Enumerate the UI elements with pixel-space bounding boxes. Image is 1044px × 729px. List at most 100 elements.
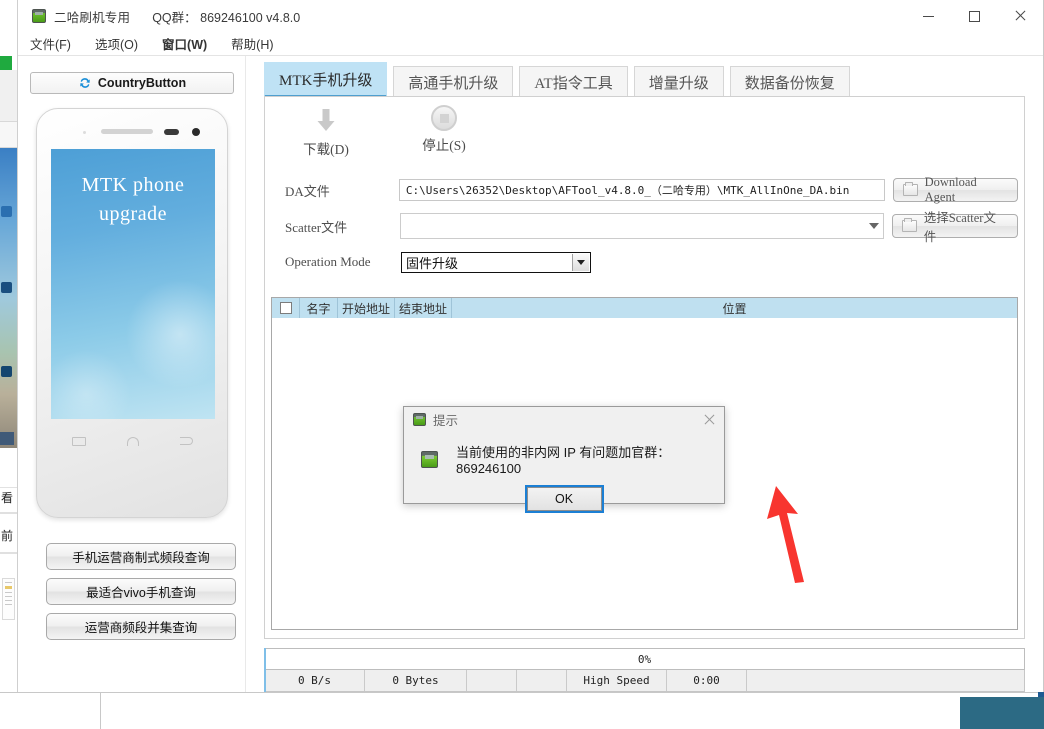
dialog-ok-button[interactable]: OK (524, 485, 604, 513)
android-phone-icon (413, 413, 426, 426)
menu-item-file[interactable]: 文件(F) (30, 34, 71, 53)
back-icon (179, 437, 193, 445)
sidebar-button-vivo-lookup[interactable]: 最适合vivo手机查询 (46, 578, 236, 605)
background-window-strip[interactable]: 看 前 (0, 0, 18, 729)
background-icon-d (0, 432, 14, 445)
scatter-file-combo[interactable] (400, 213, 884, 239)
window-title: 二哈刷机专用 (54, 10, 131, 25)
application-window: 二哈刷机专用 QQ群： 869246100 v4.8.0 文件(F) 选项(O)… (18, 0, 1044, 692)
chevron-down-icon (577, 259, 585, 265)
table-header-row: 名字 开始地址 结束地址 位置 (272, 298, 1017, 318)
phone-screen-line2: upgrade (99, 203, 167, 225)
select-scatter-file-button[interactable]: 选择Scatter文件 (891, 211, 1018, 244)
dialog-android-icon (421, 450, 438, 468)
background-panel-b (0, 122, 17, 148)
android-phone-icon (32, 9, 46, 23)
download-agent-button[interactable]: Download Agent (892, 175, 1018, 204)
da-file-input[interactable]: C:\Users\26352\Desktop\AFTool_v4.8.0_（二哈… (398, 179, 885, 201)
status-cell-3 (467, 670, 517, 691)
sidebar-button-band-union[interactable]: 运营商频段并集查询 (46, 613, 236, 640)
phone-camera-icon (164, 129, 179, 135)
da-file-row: DA文件 C:\Users\26352\Desktop\AFTool_v4.8.… (271, 175, 1018, 205)
phone-sensor-dot (83, 131, 86, 134)
dialog-message: 当前使用的非内网 IP 有问题加官群：869246100 (456, 445, 671, 476)
stop-button-label: 停止(S) (422, 138, 466, 153)
menu-item-help[interactable]: 帮助(H) (231, 34, 273, 53)
phone-preview: MTK phone upgrade (36, 108, 228, 518)
country-button-label: CountryButton (97, 76, 187, 90)
status-cell-7 (747, 670, 1024, 691)
tab-bar: MTK手机升级 高通手机升级 AT指令工具 增量升级 数据备份恢复 (264, 62, 856, 98)
tab-data-backup-restore[interactable]: 数据备份恢复 (729, 66, 850, 98)
menu-bar: 文件(F) 选项(O) 窗口(W) 帮助(H) (18, 32, 1043, 56)
status-bar: 0 B/s 0 Bytes High Speed 0:00 (264, 670, 1025, 692)
title-bar: 二哈刷机专用 QQ群： 869246100 v4.8.0 (18, 0, 1043, 32)
maximize-button[interactable] (951, 0, 997, 32)
stop-circle-icon (431, 105, 457, 131)
background-icon-b (1, 282, 12, 293)
scatter-file-label: Scatter文件 (285, 219, 348, 235)
minimize-button[interactable] (905, 0, 951, 32)
da-file-label: DA文件 (285, 183, 330, 199)
phone-nav-bar (51, 427, 213, 455)
progress-bar: 0% (264, 648, 1025, 692)
home-icon (126, 436, 139, 446)
table-select-all-header[interactable] (272, 298, 300, 318)
status-area: 0% 0 B/s 0 Bytes High Speed 0:00 (264, 648, 1025, 692)
operation-mode-value: 固件升级 (406, 255, 459, 271)
operation-mode-select[interactable]: 固件升级 (401, 251, 591, 273)
chevron-down-icon (868, 223, 879, 229)
status-cell-4 (517, 670, 567, 691)
background-panel-a (0, 70, 17, 122)
operation-mode-dropdown-button[interactable] (572, 253, 589, 271)
stop-button[interactable]: 停止(S) (411, 105, 477, 158)
window-controls (905, 0, 1043, 32)
select-scatter-label: 选择Scatter文件 (923, 211, 996, 244)
taskbar[interactable] (0, 692, 1044, 729)
background-icon-c (1, 366, 12, 377)
background-green-marker (0, 56, 12, 70)
tab-mtk-upgrade[interactable]: MTK手机升级 (264, 62, 388, 98)
window-qq-info: QQ群： 869246100 v4.8.0 (152, 10, 301, 25)
download-arrow-icon (311, 105, 341, 135)
country-button[interactable]: CountryButton (30, 72, 234, 94)
checkbox-icon[interactable] (279, 302, 292, 314)
folder-icon (901, 218, 917, 232)
tab-at-command-tool[interactable]: AT指令工具 (519, 66, 628, 98)
main-panel: MTK手机升级 高通手机升级 AT指令工具 增量升级 数据备份恢复 下载(D) … (246, 56, 1043, 692)
dialog-close-button[interactable] (701, 411, 718, 428)
download-button[interactable]: 下载(D) (293, 105, 359, 158)
background-text-b: 前 (1, 529, 14, 543)
sidebar-button-carrier-bands[interactable]: 手机运营商制式频段查询 (46, 543, 236, 570)
close-button[interactable] (997, 0, 1043, 32)
dialog-title-bar: 提示 (404, 407, 724, 432)
background-document-thumb (2, 578, 15, 620)
close-icon (1014, 10, 1026, 22)
table-header-name[interactable]: 名字 (300, 298, 338, 318)
dialog-title: 提示 (433, 414, 459, 428)
tab-incremental-upgrade[interactable]: 增量升级 (633, 66, 724, 98)
settings-form: DA文件 C:\Users\26352\Desktop\AFTool_v4.8.… (271, 175, 1018, 283)
dialog-message-row: 当前使用的非内网 IP 有问题加官群：869246100 (404, 442, 724, 476)
background-photo (0, 148, 17, 448)
status-speed: 0 B/s (265, 670, 365, 691)
phone-screen: MTK phone upgrade (51, 149, 215, 419)
status-mode: High Speed (567, 670, 667, 691)
download-agent-label: Download Agent (924, 175, 977, 204)
table-header-start-address[interactable]: 开始地址 (338, 298, 395, 318)
screen-glow-right (125, 279, 215, 389)
progress-fill (264, 648, 266, 692)
maximize-icon (968, 10, 980, 22)
menu-icon (71, 436, 86, 446)
operation-mode-label: Operation Mode (285, 254, 371, 269)
table-header-end-address[interactable]: 结束地址 (395, 298, 452, 318)
menu-item-options[interactable]: 选项(O) (95, 34, 138, 53)
table-header-location[interactable]: 位置 (452, 298, 1017, 318)
minimize-icon (922, 15, 934, 17)
action-toolbar: 下载(D) 停止(S) (293, 105, 477, 158)
tab-qualcomm-upgrade[interactable]: 高通手机升级 (393, 66, 514, 98)
menu-item-window[interactable]: 窗口(W) (162, 34, 207, 53)
taskbar-tray-accent (960, 697, 1044, 729)
background-panel-c (0, 448, 17, 488)
progress-text: 0% (637, 652, 652, 666)
